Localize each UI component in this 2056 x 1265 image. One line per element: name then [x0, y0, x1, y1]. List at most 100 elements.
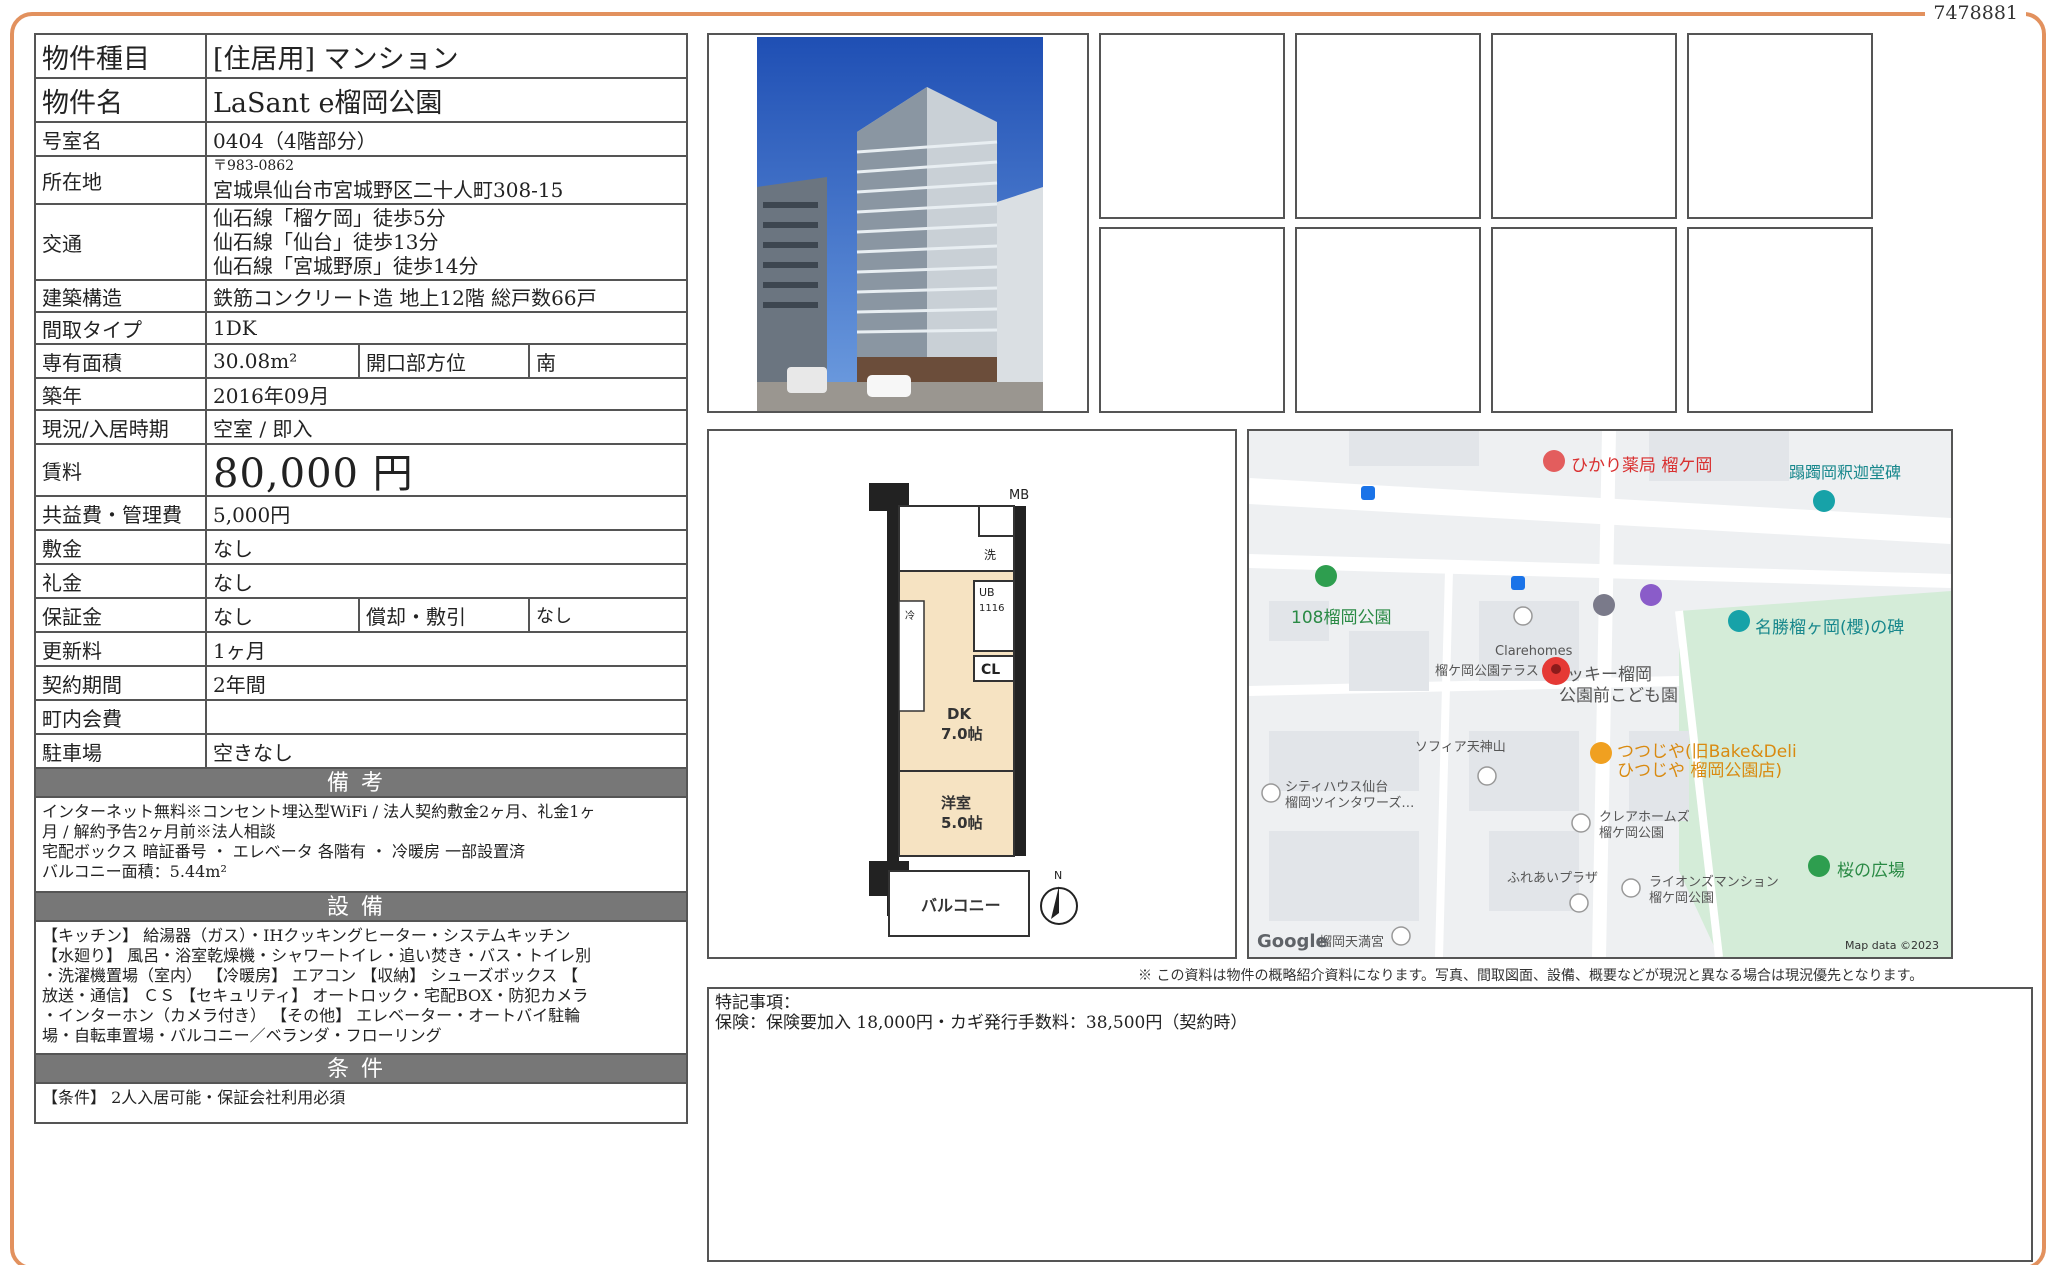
document-id: 7478881	[1925, 2, 2026, 24]
map-label-tsutsujiya2: ひつじや 榴岡公園店)	[1617, 761, 1783, 781]
label-renewal: 更新料	[36, 633, 207, 665]
label-rent: 賃料	[36, 445, 207, 495]
photo-thumbnail[interactable]	[1491, 227, 1677, 413]
value-facing: 南	[536, 350, 556, 375]
address-text: 宮城県仙台市宮城野区二十人町308-15	[213, 177, 564, 202]
row-type: 物件種目 [住居用] マンション	[36, 35, 686, 79]
access-line: 仙石線「宮城野原」徒歩14分	[213, 254, 479, 278]
value-renewal: 1ヶ月	[213, 638, 266, 663]
floorplan-wash-label: 洗	[984, 548, 996, 562]
floorplan-western-size: 5.0帖	[941, 814, 983, 832]
map-label-pharmacy: ひかり薬局 榴ケ岡	[1571, 456, 1713, 476]
label-guarantee: 保証金	[36, 599, 207, 631]
equipment-text: 【キッチン】 給湯器（ガス）・IHクッキングヒーター・システムキッチン 【水廻り…	[36, 922, 686, 1055]
location-map[interactable]: ひかり薬局 榴ケ岡 蹋躅岡釈迦堂碑 108榴岡公園 Clarehomes 榴ケ岡…	[1247, 429, 1953, 959]
value-fee: 5,000円	[213, 502, 291, 527]
google-logo: Google	[1257, 931, 1328, 952]
place-pin-icon[interactable]	[1569, 893, 1589, 913]
map-label-park108: 108榴岡公園	[1291, 608, 1392, 628]
value-layout: 1DK	[213, 316, 257, 340]
label-type: 物件種目	[36, 35, 207, 77]
value-area: 30.08m²	[207, 345, 360, 377]
pharmacy-pin-icon[interactable]	[1543, 450, 1565, 472]
floorplan-western-label: 洋室	[941, 794, 971, 812]
value-amortization: なし	[536, 606, 572, 627]
row-town-fee: 町内会費	[36, 701, 686, 735]
equipment-line: 場・自転車置場・バルコニー／ベランダ・フローリング	[42, 1026, 442, 1045]
label-facing: 開口部方位	[360, 345, 530, 377]
floorplan-dk-label: DK	[947, 705, 972, 723]
map-label-kids2: 公園前こども園	[1559, 686, 1678, 706]
conditions-text: 【条件】 2人入居可能・保証会社利用必須	[42, 1088, 346, 1107]
label-address: 所在地	[36, 157, 207, 203]
place-pin-icon[interactable]	[1513, 606, 1533, 626]
park-pin-icon[interactable]	[1315, 565, 1337, 587]
place-pin-icon[interactable]	[1571, 813, 1591, 833]
label-status: 現況/入居時期	[36, 411, 207, 443]
row-layout: 間取タイプ 1DK	[36, 313, 686, 345]
equipment-line: 【水廻り】 風呂・浴室乾燥機・シャワートイレ・追い焚き・バス・トイレ別	[42, 946, 592, 965]
row-fee: 共益費・管理費 5,000円	[36, 497, 686, 531]
place-pin-icon[interactable]	[1621, 878, 1641, 898]
access-line: 仙石線「榴ケ岡」徒歩5分	[213, 206, 446, 230]
row-room: 号室名 0404（4階部分）	[36, 123, 686, 157]
special-notes-label: 特記事項：	[715, 993, 800, 1013]
place-pin-icon[interactable]	[1477, 766, 1497, 786]
photo-thumbnail[interactable]	[1295, 33, 1481, 219]
map-label-sofia: ソフィア天神山	[1415, 740, 1506, 755]
row-address: 所在地 〒983-0862 宮城県仙台市宮城野区二十人町308-15	[36, 157, 686, 205]
school-pin-icon[interactable]	[1593, 594, 1615, 616]
place-pin-icon[interactable]	[1261, 783, 1281, 803]
photo-thumbnail[interactable]	[1687, 227, 1873, 413]
label-built: 築年	[36, 379, 207, 409]
row-deposit: 敷金 なし	[36, 531, 686, 565]
label-parking: 駐車場	[36, 735, 207, 767]
photo-thumbnail[interactable]	[1099, 33, 1285, 219]
remarks-line: 月 / 解約予告2ヶ月前※法人相談	[42, 822, 276, 841]
value-built: 2016年09月	[213, 383, 330, 408]
row-guarantee: 保証金 なし 償却・敷引 なし	[36, 599, 686, 633]
label-fee: 共益費・管理費	[36, 497, 207, 529]
value-structure: 鉄筋コンクリート造 地上12階 総戸数66戸	[213, 285, 597, 310]
row-built: 築年 2016年09月	[36, 379, 686, 411]
value-room: 0404（4階部分）	[213, 128, 377, 153]
bus-stop-icon[interactable]	[1361, 486, 1375, 500]
label-name: 物件名	[36, 79, 207, 121]
photo-thumbnail[interactable]	[1295, 227, 1481, 413]
map-label-clare2-2: 榴ケ岡公園	[1599, 826, 1665, 841]
place-pin-icon[interactable]	[1391, 926, 1411, 946]
map-label-monument1: 蹋躅岡釈迦堂碑	[1789, 463, 1902, 482]
label-contract: 契約期間	[36, 667, 207, 699]
restaurant-pin-icon[interactable]	[1590, 742, 1612, 764]
remarks-line: インターネット無料※コンセント埋込型WiFi / 法人契約敷金2ヶ月、礼金1ヶ	[42, 802, 596, 821]
label-amortization: 償却・敷引	[360, 599, 530, 631]
park-pin-icon[interactable]	[1808, 855, 1830, 877]
row-access: 交通 仙石線「榴ケ岡」徒歩5分 仙石線「仙台」徒歩13分 仙石線「宮城野原」徒歩…	[36, 205, 686, 281]
photo-thumbnail[interactable]	[1491, 33, 1677, 219]
value-contract: 2年間	[213, 672, 266, 697]
value-address: 〒983-0862 宮城県仙台市宮城野区二十人町308-15	[207, 157, 686, 203]
access-line: 仙石線「仙台」徒歩13分	[213, 230, 439, 254]
row-rent: 賃料 80,000 円	[36, 445, 686, 497]
monument-pin-icon[interactable]	[1813, 490, 1835, 512]
value-name: LaSant e榴岡公園	[213, 87, 443, 119]
label-room: 号室名	[36, 123, 207, 155]
map-label-monument2: 名勝榴ヶ岡(櫻)の碑	[1755, 618, 1905, 638]
remarks-text: インターネット無料※コンセント埋込型WiFi / 法人契約敷金2ヶ月、礼金1ヶ …	[36, 798, 686, 893]
photo-thumbnail[interactable]	[1099, 227, 1285, 413]
row-key-money: 礼金 なし	[36, 565, 686, 599]
bus-stop-icon[interactable]	[1511, 576, 1525, 590]
building-photo-image	[757, 37, 1043, 411]
value-status: 空室 / 即入	[213, 416, 313, 441]
row-contract: 契約期間 2年間	[36, 667, 686, 701]
row-area: 専有面積 30.08m² 開口部方位 南	[36, 345, 686, 379]
map-attribution: Map data ©2023	[1845, 939, 1939, 952]
label-structure: 建築構造	[36, 281, 207, 311]
parking-pin-icon[interactable]	[1640, 584, 1662, 606]
photo-thumbnail[interactable]	[1687, 33, 1873, 219]
value-parking: 空きなし	[213, 740, 293, 765]
remarks-band: 備考	[36, 769, 686, 798]
map-label-cityhouse2: 榴岡ツインタワーズ…	[1285, 796, 1415, 811]
monument-pin-icon[interactable]	[1728, 610, 1750, 632]
floor-plan-drawing: MB 洗 UB 1116 CL 冷 DK 7.0帖 洋室 5.0帖 バルコニー …	[869, 483, 1078, 937]
